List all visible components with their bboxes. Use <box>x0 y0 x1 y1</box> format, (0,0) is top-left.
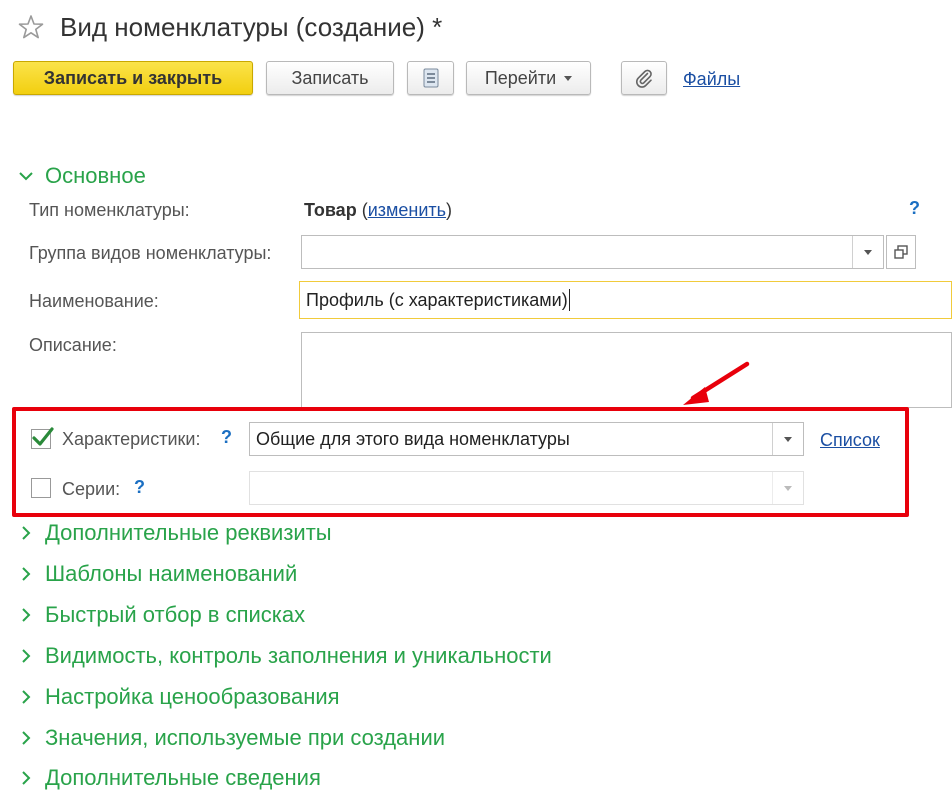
checkmark-icon <box>32 427 54 446</box>
characteristics-help-icon[interactable]: ? <box>221 427 232 448</box>
goto-menu-button[interactable]: Перейти <box>466 61 591 95</box>
series-help-icon[interactable]: ? <box>134 477 145 498</box>
characteristics-dropdown-button[interactable] <box>772 423 803 455</box>
list-icon <box>423 68 438 88</box>
series-select <box>249 471 804 505</box>
series-checkbox[interactable] <box>31 478 51 498</box>
section-default-values[interactable]: Значения, используемые при создании <box>16 725 445 751</box>
section-visibility-control[interactable]: Видимость, контроль заполнения и уникаль… <box>16 643 552 669</box>
section-quick-filter[interactable]: Быстрый отбор в списках <box>16 602 305 628</box>
type-label: Тип номенклатуры: <box>29 200 190 220</box>
group-open-button[interactable] <box>886 235 916 269</box>
name-label: Наименование: <box>29 291 159 311</box>
chevron-right-icon <box>22 649 31 663</box>
characteristics-list-link[interactable]: Список <box>820 430 880 451</box>
window-title: Вид номенклатуры (создание) * <box>60 12 443 42</box>
chevron-right-icon <box>22 771 31 785</box>
text-cursor <box>568 289 570 311</box>
series-label: Серии: <box>62 479 121 499</box>
save-and-close-button[interactable]: Записать и закрыть <box>13 61 253 95</box>
section-title: Дополнительные сведения <box>45 765 321 790</box>
save-label: Записать <box>291 67 369 88</box>
chevron-down-icon <box>564 75 573 81</box>
section-title: Значения, используемые при создании <box>45 725 446 750</box>
section-title: Шаблоны наименований <box>45 561 298 586</box>
chevron-down-icon <box>784 485 792 491</box>
name-input[interactable]: Профиль (с характеристиками) <box>299 281 952 319</box>
type-value: Товар <box>304 200 357 220</box>
description-label: Описание: <box>29 335 117 355</box>
paperclip-icon <box>635 69 652 88</box>
chevron-down-icon <box>19 172 33 181</box>
characteristics-select[interactable]: Общие для этого вида номенклатуры <box>249 422 804 456</box>
chevron-right-icon <box>22 731 31 745</box>
group-dropdown-button[interactable] <box>852 236 883 268</box>
type-paren-close: ) <box>446 200 453 220</box>
section-additional-info[interactable]: Дополнительные сведения <box>16 765 321 791</box>
series-dropdown-button <box>772 472 803 504</box>
annotation-arrow-icon <box>683 361 750 405</box>
group-label: Группа видов номенклатуры: <box>29 243 272 263</box>
section-title: Быстрый отбор в списках <box>45 602 306 627</box>
type-help-icon[interactable]: ? <box>909 198 920 219</box>
type-value-group: Товар (изменить) <box>304 200 452 221</box>
characteristics-label: Характеристики: <box>62 429 201 449</box>
section-title: Дополнительные реквизиты <box>45 520 332 545</box>
chevron-down-icon <box>784 436 792 442</box>
section-name-templates[interactable]: Шаблоны наименований <box>16 561 297 587</box>
change-type-link[interactable]: изменить <box>368 200 446 220</box>
files-link[interactable]: Файлы <box>683 69 740 90</box>
save-and-close-label: Записать и закрыть <box>43 67 223 88</box>
open-window-icon <box>894 245 908 259</box>
characteristics-checkbox[interactable] <box>31 427 54 449</box>
section-additional-attributes[interactable]: Дополнительные реквизиты <box>16 520 332 546</box>
document-structure-button[interactable] <box>407 61 454 95</box>
name-value: Профиль (с характеристиками) <box>306 289 568 310</box>
chevron-down-icon <box>864 249 872 255</box>
chevron-right-icon <box>22 567 31 581</box>
section-pricing-settings[interactable]: Настройка ценообразования <box>16 684 340 710</box>
section-title: Видимость, контроль заполнения и уникаль… <box>45 643 552 668</box>
chevron-right-icon <box>22 608 31 622</box>
section-main-title: Основное <box>45 163 146 188</box>
section-main-header[interactable]: Основное <box>16 163 146 189</box>
attach-button[interactable] <box>621 61 667 95</box>
save-button[interactable]: Записать <box>266 61 394 95</box>
group-input[interactable] <box>301 235 884 269</box>
chevron-right-icon <box>22 690 31 704</box>
goto-label: Перейти <box>484 67 557 88</box>
chevron-right-icon <box>22 526 31 540</box>
favorite-star-icon[interactable] <box>18 14 44 40</box>
section-title: Настройка ценообразования <box>45 684 340 709</box>
characteristics-value: Общие для этого вида номенклатуры <box>256 428 570 449</box>
description-textarea[interactable] <box>301 332 952 408</box>
